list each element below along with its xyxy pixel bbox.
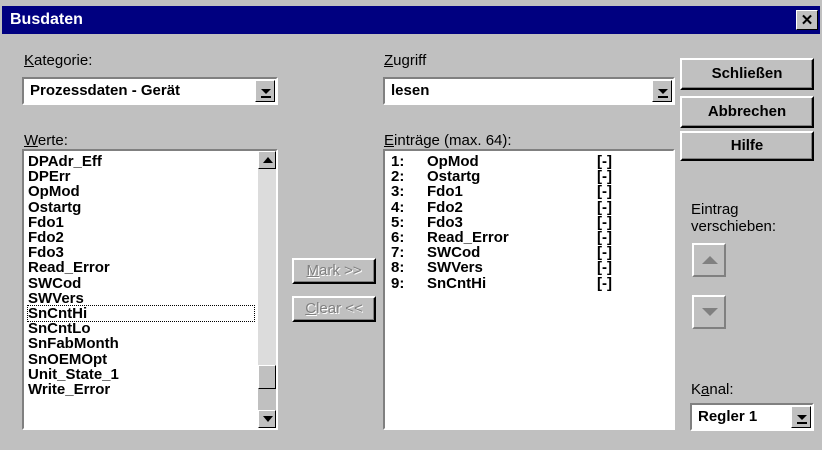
kategorie-dropdown-button[interactable]: [255, 80, 275, 102]
kanal-dropdown-button[interactable]: [791, 406, 811, 428]
zugriff-value: lesen: [391, 82, 430, 99]
kategorie-label: Kategorie:: [24, 52, 93, 69]
kategorie-select[interactable]: Prozessdaten - Gerät: [22, 77, 278, 105]
list-item[interactable]: Unit_State_1: [28, 367, 119, 382]
list-item[interactable]: 1: OpMod [-]: [389, 154, 659, 169]
entry-name: Fdo1: [427, 183, 463, 201]
scroll-up-button[interactable]: [258, 151, 276, 169]
entry-num: 5:: [391, 213, 405, 231]
list-item[interactable]: Write_Error: [28, 382, 110, 397]
entry-name: SWVers: [427, 259, 483, 277]
entry-num: 8:: [391, 259, 405, 277]
entry-num: 2:: [391, 168, 405, 186]
zugriff-dropdown-button[interactable]: [652, 80, 672, 102]
eintraege-list[interactable]: 1: OpMod [-] 2: Ostartg [-] 3: Fdo1 [-] 4: Fdo2 [-]…: [383, 149, 675, 430]
list-item[interactable]: SnOEMOpt: [28, 352, 107, 367]
list-item[interactable]: Fdo3: [28, 245, 64, 260]
entry-num: 6:: [391, 229, 405, 246]
chevron-down-icon: [797, 415, 807, 420]
entry-unit: [-]: [597, 274, 612, 292]
zugriff-label: Zugriff: [384, 52, 427, 69]
list-item[interactable]: 7: SWCod [-]: [389, 245, 659, 260]
entry-unit: [-]: [597, 229, 612, 246]
title-bar[interactable]: Busdaten ✕: [2, 6, 820, 34]
list-item[interactable]: Ostartg: [28, 200, 81, 215]
arrow-up-icon: [702, 256, 718, 264]
scroll-track[interactable]: [258, 169, 276, 389]
entry-num: 4:: [391, 198, 405, 216]
list-item[interactable]: 8: SWVers [-]: [389, 260, 659, 275]
zugriff-select[interactable]: lesen: [383, 77, 675, 105]
kanal-value: Regler 1: [698, 408, 758, 425]
close-button[interactable]: Schließen: [680, 58, 814, 90]
window-title: Busdaten: [10, 11, 83, 28]
list-item[interactable]: SWCod: [28, 276, 81, 291]
werte-list[interactable]: DPAdr_Eff DPErr OpMod Ostartg Fdo1 Fdo2 Fdo3 Re…: [22, 149, 278, 430]
arrow-down-icon: [702, 308, 718, 316]
chevron-down-icon: [261, 89, 271, 94]
list-item[interactable]: 3: Fdo1 [-]: [389, 184, 659, 199]
entry-name: Ostartg: [427, 168, 481, 186]
cancel-button[interactable]: Abbrechen: [680, 96, 814, 128]
entry-unit: [-]: [597, 198, 612, 216]
busdaten-dialog: Busdaten ✕ Kategorie: Prozessdaten - Ger…: [0, 0, 822, 450]
entry-unit: [-]: [597, 259, 612, 277]
help-button[interactable]: Hilfe: [680, 131, 814, 161]
kanal-select[interactable]: Regler 1: [690, 403, 814, 431]
list-item[interactable]: SWVers: [28, 291, 84, 306]
list-item[interactable]: Fdo1: [28, 215, 64, 230]
dropdown-underline-icon: [797, 422, 807, 424]
entry-unit: [-]: [597, 183, 612, 201]
entry-unit: [-]: [597, 168, 612, 186]
werte-label: Werte:: [24, 132, 68, 149]
chevron-down-icon: [658, 89, 668, 94]
list-item[interactable]: 9: SnCntHi [-]: [389, 276, 659, 291]
entry-num: 9:: [391, 274, 405, 292]
list-item[interactable]: SnCntLo: [28, 321, 90, 336]
move-up-button[interactable]: [692, 243, 726, 277]
kanal-label: Kanal:: [691, 381, 734, 398]
entry-name: OpMod: [427, 153, 479, 170]
list-item[interactable]: 6: Read_Error [-]: [389, 230, 659, 245]
list-item[interactable]: DPAdr_Eff: [28, 154, 102, 169]
entry-unit: [-]: [597, 213, 612, 231]
clear-button[interactable]: Clear <<: [292, 296, 376, 322]
scroll-down-icon: [263, 416, 273, 422]
list-item[interactable]: 5: Fdo3 [-]: [389, 215, 659, 230]
entry-name: SWCod: [427, 244, 481, 262]
entry-num: 3:: [391, 183, 405, 201]
move-label-line1: Eintrag: [691, 201, 739, 218]
entry-name: SnCntHi: [427, 274, 487, 292]
list-item[interactable]: OpMod: [28, 184, 80, 199]
close-icon[interactable]: ✕: [796, 10, 818, 30]
entry-unit: [-]: [597, 153, 612, 170]
dropdown-underline-icon: [658, 96, 668, 98]
move-down-button[interactable]: [692, 295, 726, 329]
list-item[interactable]: 4: Fdo2 [-]: [389, 200, 659, 215]
kategorie-value: Prozessdaten - Gerät: [30, 82, 181, 99]
scroll-up-icon: [263, 157, 273, 163]
entry-name: Read_Error: [427, 229, 509, 246]
entry-num: 1:: [391, 153, 405, 170]
list-item[interactable]: Read_Error: [28, 260, 110, 275]
eintraege-label: Einträge (max. 64):: [384, 132, 512, 149]
entry-name: Fdo3: [427, 213, 463, 231]
list-item[interactable]: DPErr: [28, 169, 71, 184]
dropdown-underline-icon: [261, 96, 271, 98]
list-item[interactable]: 2: Ostartg [-]: [389, 169, 659, 184]
entry-unit: [-]: [597, 244, 612, 262]
entry-name: Fdo2: [427, 198, 463, 216]
list-item[interactable]: Fdo2: [28, 230, 64, 245]
mark-button[interactable]: Mark >>: [292, 258, 376, 284]
list-item[interactable]: SnCntHi: [27, 305, 255, 322]
entry-num: 7:: [391, 244, 405, 262]
werte-scrollbar[interactable]: [258, 151, 276, 428]
list-item[interactable]: SnFabMonth: [28, 336, 119, 351]
scroll-down-button[interactable]: [258, 410, 276, 428]
scroll-thumb[interactable]: [258, 365, 276, 389]
move-label-line2: verschieben:: [691, 218, 777, 235]
